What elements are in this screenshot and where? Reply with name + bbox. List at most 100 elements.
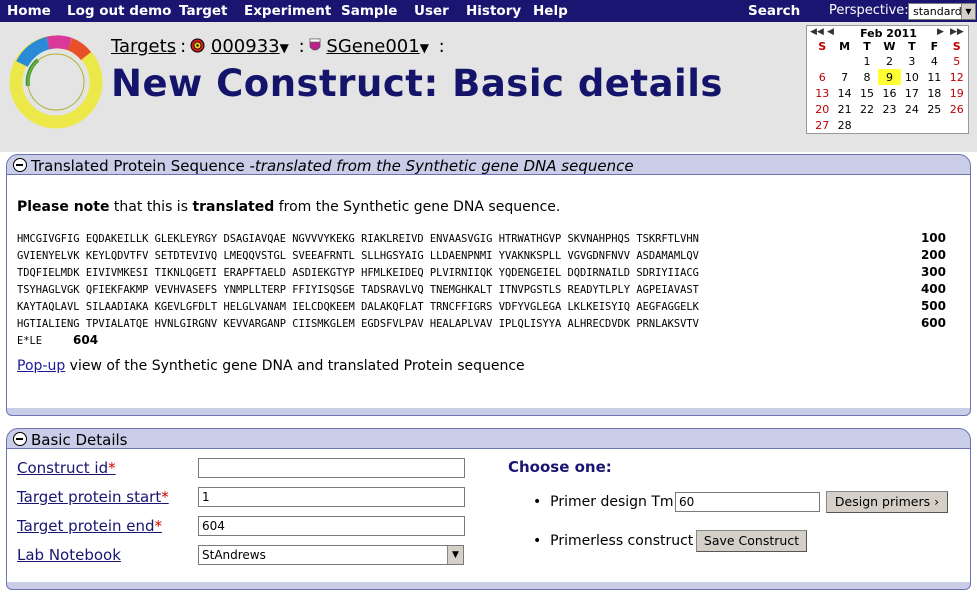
day-header: W — [883, 39, 896, 53]
construct-id-input[interactable] — [198, 458, 465, 478]
calendar-day[interactable]: 28 — [833, 117, 855, 133]
note-text: from the Synthetic gene DNA sequence. — [274, 199, 561, 215]
calendar-day[interactable]: 22 — [856, 101, 878, 117]
collapse-icon[interactable] — [13, 432, 27, 446]
popup-text: view of the Synthetic gene DNA and trans… — [65, 358, 525, 374]
primer-design-label: Primer design Tm — [550, 494, 674, 510]
calendar-day — [946, 117, 968, 133]
calendar-day[interactable]: 21 — [833, 101, 855, 117]
nav-user[interactable]: User — [414, 3, 449, 19]
breadcrumb-targets-link[interactable]: Targets — [111, 36, 176, 57]
nav-target[interactable]: Target — [179, 3, 228, 19]
calendar-day[interactable]: 19 — [946, 85, 968, 101]
calendar-day[interactable]: 4 — [923, 53, 945, 69]
sequence-line: KAYTAQLAVL SILAADIAKA KGEVLGFDLT HELGLVA… — [17, 301, 699, 313]
perspective-select[interactable]: standard ▼ — [908, 3, 976, 20]
panel-body: Construct id* Target protein start* Targ… — [6, 449, 971, 583]
day-header: S — [952, 39, 961, 53]
calendar-day[interactable]: 2 — [878, 53, 900, 69]
panel-title-text: Translated Protein Sequence — [31, 157, 245, 175]
calendar-day — [923, 117, 945, 133]
popup-line: Pop-up view of the Synthetic gene DNA an… — [17, 358, 525, 374]
calendar-day[interactable]: 7 — [833, 69, 855, 85]
calendar-day[interactable]: 12 — [946, 69, 968, 85]
breadcrumb-target-link[interactable]: 000933 — [211, 36, 280, 57]
panel-footer — [6, 582, 971, 590]
calendar-day[interactable]: 20 — [811, 101, 833, 117]
perspective-label: Perspective: — [829, 3, 909, 18]
breadcrumb: Targets: 000933▼ : SGene001▼ : — [111, 36, 449, 57]
nav-home[interactable]: Home — [7, 3, 51, 19]
popup-link[interactable]: Pop-up — [17, 358, 65, 374]
construct-id-label[interactable]: Construct id* — [17, 459, 116, 477]
primer-design-option: • Primer design Tm — [533, 494, 674, 510]
calendar-day[interactable]: 18 — [923, 85, 945, 101]
day-header: S — [818, 39, 827, 53]
save-construct-button[interactable]: Save Construct — [696, 530, 807, 552]
next-month-icon[interactable]: ▶ — [937, 27, 944, 37]
nav-history[interactable]: History — [466, 3, 521, 19]
nav-help[interactable]: Help — [533, 3, 568, 19]
primer-tm-input[interactable] — [675, 492, 820, 512]
calendar-day[interactable]: 13 — [811, 85, 833, 101]
label-text: Target protein start — [17, 488, 162, 506]
calendar-day[interactable]: 10 — [901, 69, 923, 85]
panel-header[interactable]: Basic Details — [6, 428, 971, 449]
calendar-day[interactable]: 16 — [878, 85, 900, 101]
target-protein-end-input[interactable] — [198, 516, 465, 536]
sequence-line: E*LE — [17, 335, 43, 347]
panel-title: Translated Protein Sequence -translated … — [31, 157, 634, 175]
calendar-day[interactable]: 14 — [833, 85, 855, 101]
calendar-day[interactable]: 5 — [946, 53, 968, 69]
collapse-icon[interactable] — [13, 158, 27, 172]
panel-header[interactable]: Translated Protein Sequence -translated … — [6, 154, 971, 175]
target-protein-end-label[interactable]: Target protein end* — [17, 517, 162, 535]
lab-notebook-label[interactable]: Lab Notebook — [17, 546, 121, 564]
sequence-position: 300 — [920, 265, 946, 279]
target-protein-start-input[interactable] — [198, 487, 465, 507]
sequence-position: 400 — [920, 282, 946, 296]
calendar-day[interactable]: 27 — [811, 117, 833, 133]
calendar-day[interactable]: 3 — [901, 53, 923, 69]
sequence-line: HMCGIVGFIG EQDAKEILLK GLEKLEYRGY DSAGIAV… — [17, 233, 699, 245]
day-header: F — [930, 39, 939, 53]
breadcrumb-separator: : — [438, 36, 445, 57]
breadcrumb-gene-link[interactable]: SGene001 — [326, 36, 419, 57]
gene-menu-arrow-icon[interactable]: ▼ — [420, 41, 429, 55]
calendar-day[interactable]: 15 — [856, 85, 878, 101]
next-year-icon[interactable]: ▶▶ — [950, 27, 964, 37]
perspective-value: standard — [913, 5, 962, 18]
target-icon — [190, 38, 205, 53]
sequence-line: GVIENYELVK KEYLQDVTFV SETDTEVIVQ LMEQQVS… — [17, 250, 699, 262]
calendar-widget: ◀◀ ◀ Feb 2011 ▶ ▶▶ S M T W T F S 1 2 3 4… — [806, 25, 969, 134]
choose-one-heading: Choose one: — [508, 458, 612, 476]
pims-logo-icon — [9, 35, 103, 129]
target-protein-start-label[interactable]: Target protein start* — [17, 488, 169, 506]
nav-log-out[interactable]: Log out demo — [67, 3, 171, 19]
calendar-day[interactable]: 6 — [811, 69, 833, 85]
design-primers-button[interactable]: Design primers › — [826, 491, 948, 513]
day-header: T — [863, 39, 871, 53]
calendar-day[interactable]: 23 — [878, 101, 900, 117]
calendar-day[interactable]: 25 — [923, 101, 945, 117]
calendar-day[interactable]: 17 — [901, 85, 923, 101]
sequence-line: TSYHAGLVGK QFIEKFAKMP VEVHVASEFS YNMPLLT… — [17, 284, 699, 296]
calendar-day[interactable]: 11 — [923, 69, 945, 85]
nav-experiment[interactable]: Experiment — [244, 3, 331, 19]
sequence-position: 604 — [73, 333, 99, 347]
required-mark: * — [108, 459, 116, 477]
lab-notebook-select[interactable]: StAndrews ▼ — [198, 545, 464, 565]
calendar-grid: S M T W T F S 1 2 3 4 5 6 7 8 9 10 11 12… — [811, 39, 968, 133]
panel-body: Please note that this is translated from… — [6, 175, 971, 409]
calendar-day-today[interactable]: 9 — [878, 69, 901, 85]
nav-sample[interactable]: Sample — [341, 3, 397, 19]
calendar-day[interactable]: 26 — [946, 101, 968, 117]
basic-details-panel: Basic Details Construct id* Target prote… — [6, 428, 971, 596]
calendar-day[interactable]: 8 — [856, 69, 878, 85]
calendar-day[interactable]: 1 — [856, 53, 878, 69]
target-menu-arrow-icon[interactable]: ▼ — [280, 41, 289, 55]
required-mark: * — [161, 488, 169, 506]
calendar-day[interactable]: 24 — [901, 101, 923, 117]
nav-search[interactable]: Search — [748, 3, 800, 19]
panel-subtitle: -translated from the Synthetic gene DNA … — [244, 157, 634, 175]
